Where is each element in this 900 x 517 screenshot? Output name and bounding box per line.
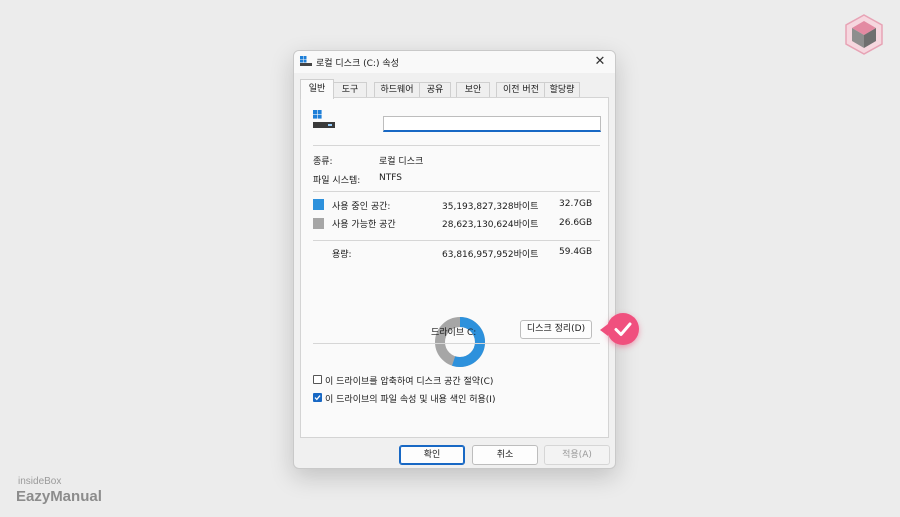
apply-button[interactable]: 적용(A) [544,445,610,465]
filesystem-label: 파일 시스템: [313,176,361,186]
highlight-check-badge [607,313,639,345]
tab-sharing[interactable]: 공유 [419,82,451,98]
free-space-bytes: 28,623,130,624바이트 [442,220,539,230]
used-space-bytes: 35,193,827,328바이트 [442,202,539,212]
used-space-size: 32.7GB [559,199,593,209]
capacity-label: 용량: [332,250,352,260]
watermark-small-text: insideBox [18,476,62,487]
free-space-label: 사용 가능한 공간 [332,220,396,230]
divider [313,343,600,344]
ok-button[interactable]: 확인 [399,445,465,465]
close-button[interactable]: ✕ [588,52,612,72]
watermark-brand-text: EazyManual [16,488,102,505]
general-tab-panel: 종류: 로컬 디스크 파일 시스템: NTFS 사용 중인 공간: 35,193… [300,97,609,438]
used-space-swatch [313,199,324,210]
properties-dialog: 로컬 디스크 (C:) 속성 ✕ 일반 도구 하드웨어 공유 보안 이전 버전 … [293,50,616,469]
capacity-bytes: 63,816,957,952바이트 [442,250,539,260]
type-label: 종류: [313,157,333,167]
compress-checkbox-label[interactable]: 이 드라이브를 압축하여 디스크 공간 절약(C) [325,374,493,387]
divider [313,145,600,146]
cancel-button[interactable]: 취소 [472,445,538,465]
used-space-label: 사용 중인 공간: [332,202,391,212]
tab-hardware[interactable]: 하드웨어 [374,82,420,98]
drive-small-icon [300,56,312,66]
tab-quota[interactable]: 할당량 [544,82,580,98]
index-checkbox-label[interactable]: 이 드라이브의 파일 속성 및 내용 색인 허용(I) [325,392,495,405]
free-space-swatch [313,218,324,229]
filesystem-value: NTFS [379,173,402,183]
check-icon [614,322,632,336]
disk-usage-donut [434,316,486,368]
divider [313,240,600,241]
tab-tools[interactable]: 도구 [333,82,367,98]
drive-name-input[interactable] [383,116,601,132]
title-bar[interactable]: 로컬 디스크 (C:) 속성 ✕ [294,51,615,73]
tab-previous-versions[interactable]: 이전 버전 [496,82,546,98]
disk-cleanup-button[interactable]: 디스크 정리(D) [520,320,592,339]
free-space-size: 26.6GB [559,218,593,228]
compress-checkbox[interactable] [313,375,322,384]
tab-security[interactable]: 보안 [456,82,490,98]
brand-cube-logo [842,12,886,56]
tab-general[interactable]: 일반 [300,79,334,99]
capacity-size: 59.4GB [559,247,593,257]
index-checkbox[interactable] [313,393,322,402]
close-icon: ✕ [594,54,606,69]
drive-icon [313,110,337,130]
checkmark-icon [314,395,321,401]
dialog-title: 로컬 디스크 (C:) 속성 [316,59,399,69]
type-value: 로컬 디스크 [379,157,424,167]
divider [313,191,600,192]
drive-label: 드라이브 C: [431,328,477,338]
